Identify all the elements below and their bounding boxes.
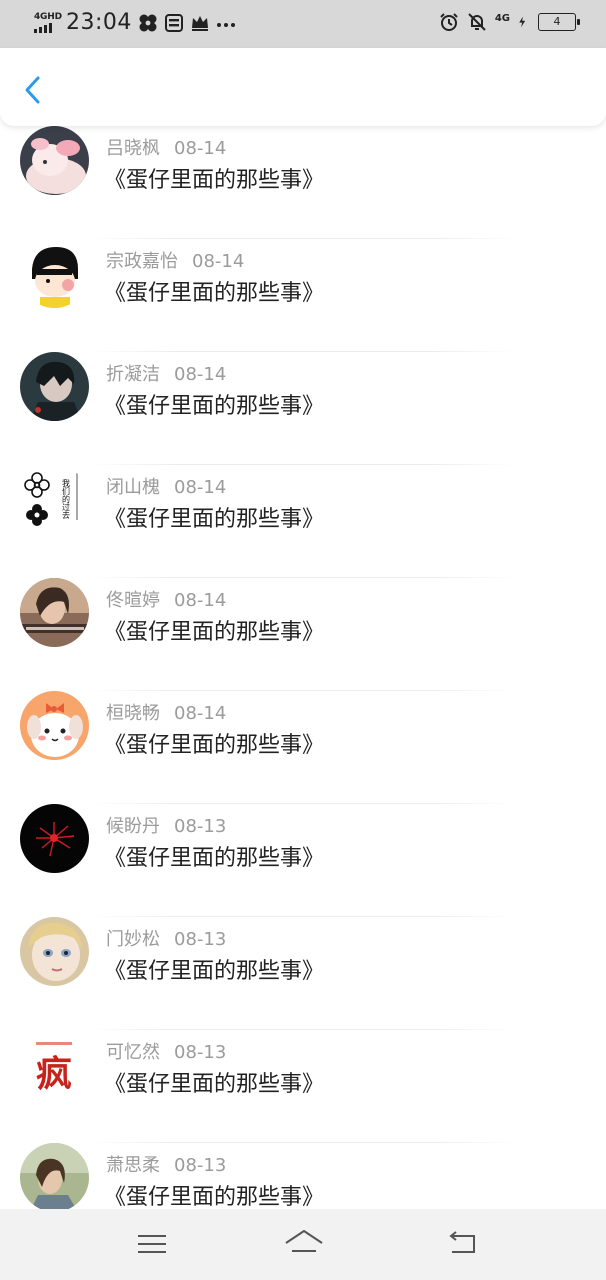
home-icon[interactable] — [284, 1227, 324, 1261]
status-time: 23:04 — [66, 10, 132, 35]
list-item[interactable]: 吕晓枫 08-14 《蛋仔里面的那些事》 — [0, 126, 606, 239]
item-title[interactable]: 《蛋仔里面的那些事》 — [104, 275, 324, 307]
avatar[interactable] — [20, 126, 89, 195]
item-title[interactable]: 《蛋仔里面的那些事》 — [104, 1179, 324, 1209]
pinwheel-icon — [139, 14, 157, 31]
more-icon — [216, 22, 235, 27]
item-date: 08-14 — [174, 477, 227, 498]
author-name[interactable]: 桓晓畅 — [106, 703, 160, 724]
item-title[interactable]: 《蛋仔里面的那些事》 — [104, 953, 324, 985]
page: 4GHD 23:04 4G 4 吕晓枫 08-14 《蛋仔里面的那些事》 宗政嘉… — [0, 0, 606, 1280]
chevron-left-icon[interactable] — [18, 72, 48, 108]
author-name[interactable]: 宗政嘉怡 — [106, 251, 178, 272]
avatar-text: 我们的过去 — [62, 478, 71, 520]
author-name[interactable]: 候盼丹 — [106, 816, 160, 837]
list-item[interactable]: 门妙松 08-13 《蛋仔里面的那些事》 — [0, 917, 606, 1030]
item-title[interactable]: 《蛋仔里面的那些事》 — [104, 840, 324, 872]
author-name[interactable]: 闭山槐 — [106, 477, 160, 498]
item-meta: 候盼丹 08-13 — [106, 812, 226, 838]
avatar[interactable]: 疯 — [20, 1030, 89, 1099]
avatar[interactable] — [20, 239, 89, 308]
author-name[interactable]: 萧思柔 — [106, 1155, 160, 1176]
list-item[interactable]: 桓晓畅 08-14 《蛋仔里面的那些事》 — [0, 691, 606, 804]
system-navbar — [0, 1209, 606, 1280]
item-date: 08-13 — [174, 1042, 227, 1063]
item-title[interactable]: 《蛋仔里面的那些事》 — [104, 388, 324, 420]
item-title[interactable]: 《蛋仔里面的那些事》 — [104, 614, 324, 646]
avatar[interactable] — [20, 917, 89, 986]
avatar[interactable] — [20, 804, 89, 873]
item-meta: 闭山槐 08-14 — [106, 473, 226, 499]
avatar[interactable] — [20, 578, 89, 647]
avatar-text: 疯 — [36, 1053, 72, 1095]
back-icon[interactable] — [444, 1227, 480, 1261]
item-title[interactable]: 《蛋仔里面的那些事》 — [104, 501, 324, 533]
sim-card-icon — [164, 13, 183, 32]
author-name[interactable]: 吕晓枫 — [106, 138, 160, 159]
network-type: 4GHD — [34, 11, 62, 22]
item-date: 08-13 — [174, 816, 227, 837]
item-meta: 吕晓枫 08-14 — [106, 134, 226, 160]
item-title[interactable]: 《蛋仔里面的那些事》 — [104, 162, 324, 194]
list-item[interactable]: 折凝洁 08-14 《蛋仔里面的那些事》 — [0, 352, 606, 465]
item-date: 08-14 — [174, 364, 227, 385]
author-name[interactable]: 佟暄婷 — [106, 590, 160, 611]
avatar[interactable] — [20, 1143, 89, 1209]
avatar[interactable]: 我们的过去 — [20, 465, 89, 534]
menu-icon[interactable] — [134, 1227, 170, 1261]
battery-level: 4 — [553, 15, 561, 28]
list-item[interactable]: 佟暄婷 08-14 《蛋仔里面的那些事》 — [0, 578, 606, 691]
list-item[interactable]: 候盼丹 08-13 《蛋仔里面的那些事》 — [0, 804, 606, 917]
avatar[interactable] — [20, 352, 89, 421]
item-date: 08-14 — [192, 251, 245, 272]
list-item[interactable]: 我们的过去 闭山槐 08-14 《蛋仔里面的那些事》 — [0, 465, 606, 578]
charging-icon — [519, 16, 526, 28]
item-title[interactable]: 《蛋仔里面的那些事》 — [104, 1066, 324, 1098]
item-date: 08-13 — [174, 1155, 227, 1176]
list-item[interactable]: 萧思柔 08-13 《蛋仔里面的那些事》 — [0, 1143, 606, 1209]
author-name[interactable]: 门妙松 — [106, 929, 160, 950]
item-meta: 宗政嘉怡 08-14 — [106, 247, 244, 273]
list-item[interactable]: 宗政嘉怡 08-14 《蛋仔里面的那些事》 — [0, 239, 606, 352]
avatar[interactable] — [20, 691, 89, 760]
author-name[interactable]: 折凝洁 — [106, 364, 160, 385]
alarm-icon — [440, 13, 458, 31]
item-meta: 桓晓畅 08-14 — [106, 699, 226, 725]
network-4g-label: 4G — [494, 12, 510, 24]
signal-icon: 4GHD — [34, 11, 62, 34]
item-date: 08-14 — [174, 590, 227, 611]
list-item[interactable]: 疯 可忆然 08-13 《蛋仔里面的那些事》 — [0, 1030, 606, 1143]
item-meta: 可忆然 08-13 — [106, 1038, 226, 1064]
battery-icon: 4 — [538, 13, 580, 31]
item-meta: 萧思柔 08-13 — [106, 1151, 226, 1177]
item-meta: 佟暄婷 08-14 — [106, 586, 226, 612]
item-date: 08-14 — [174, 703, 227, 724]
mute-bell-icon — [468, 13, 486, 31]
author-name[interactable]: 可忆然 — [106, 1042, 160, 1063]
status-bar: 4GHD 23:04 4G 4 — [0, 0, 606, 48]
crown-icon — [191, 15, 208, 31]
item-meta: 折凝洁 08-14 — [106, 360, 226, 386]
item-meta: 门妙松 08-13 — [106, 925, 226, 951]
comment-list: 吕晓枫 08-14 《蛋仔里面的那些事》 宗政嘉怡 08-14 《蛋仔里面的那些… — [0, 126, 606, 1209]
header — [0, 48, 606, 126]
item-date: 08-14 — [174, 138, 227, 159]
item-title[interactable]: 《蛋仔里面的那些事》 — [104, 727, 324, 759]
item-date: 08-13 — [174, 929, 227, 950]
